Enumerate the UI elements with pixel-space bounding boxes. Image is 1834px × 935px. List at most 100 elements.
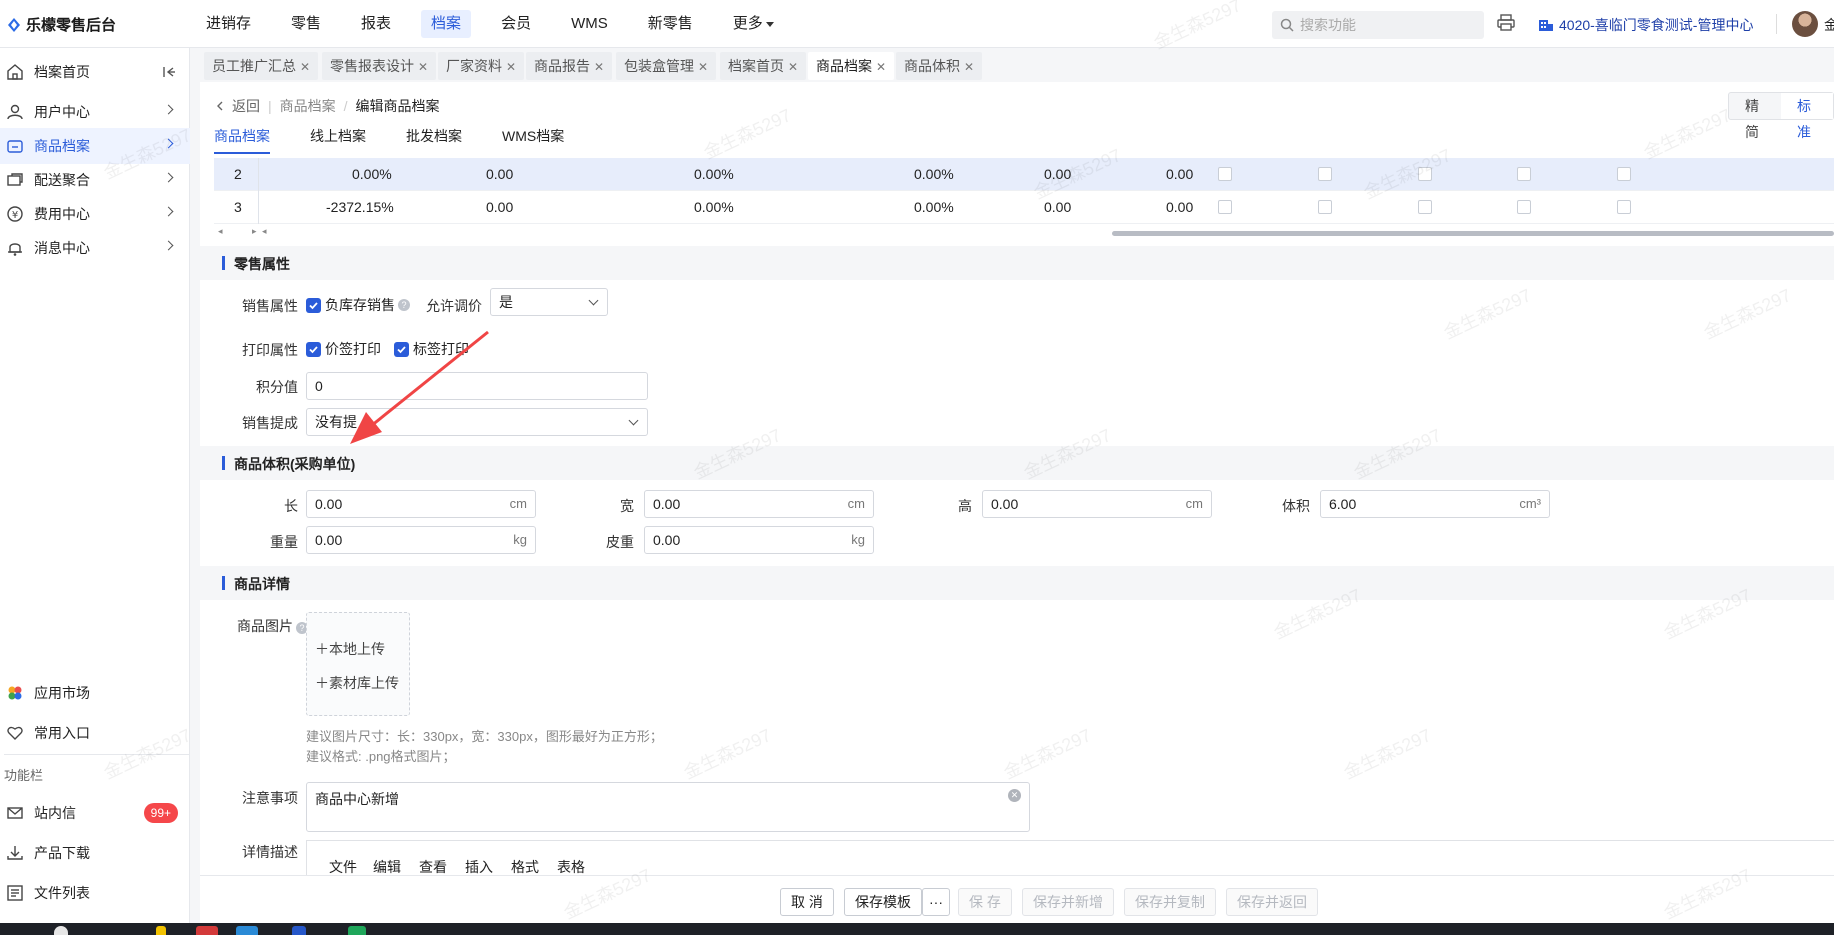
mode-simple-button[interactable]: 精简 — [1729, 93, 1781, 140]
library-upload-button[interactable]: ＋素材库上传 — [315, 673, 399, 693]
allow-price-select[interactable]: 是 — [490, 288, 608, 316]
printer-icon[interactable] — [1496, 13, 1516, 33]
table-checkbox[interactable] — [1318, 167, 1332, 181]
user-name[interactable]: 金 — [1824, 15, 1834, 35]
nav-members[interactable]: 会员 — [491, 10, 541, 38]
save-and-copy-button[interactable]: 保存并复制 — [1124, 888, 1216, 916]
points-input[interactable]: 0 — [306, 372, 648, 400]
editor-menu-insert[interactable]: 插入 — [465, 857, 493, 875]
notes-textarea[interactable]: 商品中心新增 ✕ — [306, 782, 1030, 832]
taskbar-app-icon[interactable] — [54, 926, 68, 935]
neg-stock-checkbox[interactable]: 负库存销售 ? — [306, 295, 410, 315]
avatar[interactable] — [1792, 11, 1818, 37]
save-template-button[interactable]: 保存模板 — [844, 888, 922, 916]
search-input[interactable]: 搜索功能 — [1272, 11, 1484, 39]
store-selector[interactable]: 4020-喜临门零食测试-管理中心 — [1538, 15, 1753, 35]
table-checkbox[interactable] — [1517, 167, 1531, 181]
scroll-right-icon[interactable]: ▸ — [252, 226, 257, 237]
save-and-return-button[interactable]: 保存并返回 — [1226, 888, 1318, 916]
more-options-button[interactable]: ··· — [922, 888, 950, 916]
help-icon[interactable]: ? — [398, 299, 410, 311]
weight-input[interactable]: 0.00 kg — [306, 526, 536, 554]
tare-input[interactable]: 0.00 kg — [644, 526, 874, 554]
editor-menu-view[interactable]: 查看 — [419, 857, 447, 875]
save-button[interactable]: 保 存 — [958, 888, 1012, 916]
sidebar-item-file-list[interactable]: 文件列表 — [0, 875, 190, 911]
table-row[interactable]: 2 0.00% 0.00 0.00% 0.00% 0.00 0.00 — [214, 158, 1834, 191]
sidebar-item-favorites[interactable]: 常用入口 — [0, 715, 190, 751]
taskbar-app-icon[interactable] — [292, 926, 306, 935]
nav-inventory[interactable]: 进销存 — [196, 10, 261, 38]
table-checkbox[interactable] — [1218, 200, 1232, 214]
sidebar-item-product-archive[interactable]: 商品档案 — [0, 128, 190, 164]
tab-manufacturer[interactable]: 厂家资料 ✕ — [438, 52, 525, 80]
cancel-button[interactable]: 取 消 — [780, 888, 834, 916]
tab-employee-promo[interactable]: 员工推广汇总 ✕ — [204, 52, 319, 80]
length-input[interactable]: 0.00 cm — [306, 490, 536, 518]
height-input[interactable]: 0.00 cm — [982, 490, 1212, 518]
nav-retail[interactable]: 零售 — [281, 10, 331, 38]
taskbar-app-icon[interactable] — [236, 926, 258, 935]
table-checkbox[interactable] — [1418, 200, 1432, 214]
nav-archives[interactable]: 档案 — [421, 10, 472, 38]
table-checkbox[interactable] — [1218, 167, 1232, 181]
sidebar-item-downloads[interactable]: 产品下载 — [0, 835, 190, 871]
subtab-wholesale-archive[interactable]: 批发档案 — [406, 126, 462, 154]
horizontal-scrollbar[interactable]: ◂ ▸ ◂ — [214, 226, 1834, 238]
sidebar-item-user-center[interactable]: 用户中心 — [0, 94, 190, 130]
sidebar-item-archive-home[interactable]: 档案首页 — [0, 54, 190, 90]
close-icon[interactable]: ✕ — [788, 60, 798, 74]
width-input[interactable]: 0.00 cm — [644, 490, 874, 518]
sidebar-item-app-market[interactable]: 应用市场 — [0, 675, 190, 711]
tab-product-archive[interactable]: 商品档案 ✕ — [808, 52, 895, 80]
taskbar-app-icon[interactable] — [156, 926, 166, 935]
breadcrumb-parent[interactable]: 商品档案 — [280, 96, 336, 116]
tab-retail-report-design[interactable]: 零售报表设计 ✕ — [322, 52, 437, 80]
save-and-new-button[interactable]: 保存并新增 — [1022, 888, 1114, 916]
tab-archive-home[interactable]: 档案首页 ✕ — [720, 52, 807, 80]
close-icon[interactable]: ✕ — [506, 60, 516, 74]
tab-packaging[interactable]: 包装盒管理 ✕ — [616, 52, 717, 80]
taskbar-app-icon[interactable] — [196, 926, 218, 935]
table-row[interactable]: 3 -2372.15% 0.00 0.00% 0.00% 0.00 0.00 — [214, 191, 1834, 224]
close-icon[interactable]: ✕ — [964, 60, 974, 74]
volume-input[interactable]: 6.00 cm³ — [1320, 490, 1550, 518]
editor-menu-edit[interactable]: 编辑 — [373, 857, 401, 875]
commission-select[interactable]: 没有提 — [306, 408, 648, 436]
tab-product-volume[interactable]: 商品体积 ✕ — [896, 52, 983, 80]
nav-new-retail[interactable]: 新零售 — [638, 10, 703, 38]
collapse-sidebar-icon[interactable] — [162, 65, 176, 79]
taskbar-app-icon[interactable] — [348, 926, 366, 935]
subtab-wms-archive[interactable]: WMS档案 — [502, 126, 564, 154]
rich-text-editor[interactable]: 文件 编辑 查看 插入 格式 表格 — [306, 840, 1834, 875]
table-checkbox[interactable] — [1617, 167, 1631, 181]
close-icon[interactable]: ✕ — [698, 60, 708, 74]
close-icon[interactable]: ✕ — [876, 60, 886, 74]
close-icon[interactable]: ✕ — [594, 60, 604, 74]
clear-icon[interactable]: ✕ — [1008, 789, 1021, 802]
close-icon[interactable]: ✕ — [418, 60, 428, 74]
subtab-product-archive[interactable]: 商品档案 — [214, 126, 270, 154]
editor-menu-format[interactable]: 格式 — [511, 857, 539, 875]
table-checkbox[interactable] — [1517, 200, 1531, 214]
brand[interactable]: 乐檬零售后台 — [6, 14, 116, 35]
back-button[interactable]: 返回 — [214, 96, 260, 116]
local-upload-button[interactable]: ＋本地上传 — [315, 639, 385, 659]
scroll-left-icon[interactable]: ◂ — [218, 226, 223, 237]
nav-wms[interactable]: WMS — [561, 10, 618, 38]
nav-more[interactable]: 更多 — [723, 10, 784, 38]
label-print-checkbox[interactable]: 标签打印 — [394, 339, 469, 359]
table-checkbox[interactable] — [1318, 200, 1332, 214]
editor-menu-table[interactable]: 表格 — [557, 857, 585, 875]
table-checkbox[interactable] — [1418, 167, 1432, 181]
scrollbar-thumb[interactable] — [1112, 231, 1834, 236]
sidebar-item-messages[interactable]: 消息中心 — [0, 230, 190, 266]
scroll-left-icon[interactable]: ◂ — [262, 226, 267, 237]
tab-product-report[interactable]: 商品报告 ✕ — [526, 52, 613, 80]
sidebar-item-expense[interactable]: ¥ 费用中心 — [0, 196, 190, 232]
mode-standard-button[interactable]: 标准 — [1781, 93, 1833, 140]
sidebar-item-distribution[interactable]: 配送聚合 — [0, 162, 190, 198]
editor-menu-file[interactable]: 文件 — [329, 857, 357, 875]
subtab-online-archive[interactable]: 线上档案 — [310, 126, 366, 154]
sidebar-item-inbox[interactable]: 站内信 99+ — [0, 795, 190, 831]
